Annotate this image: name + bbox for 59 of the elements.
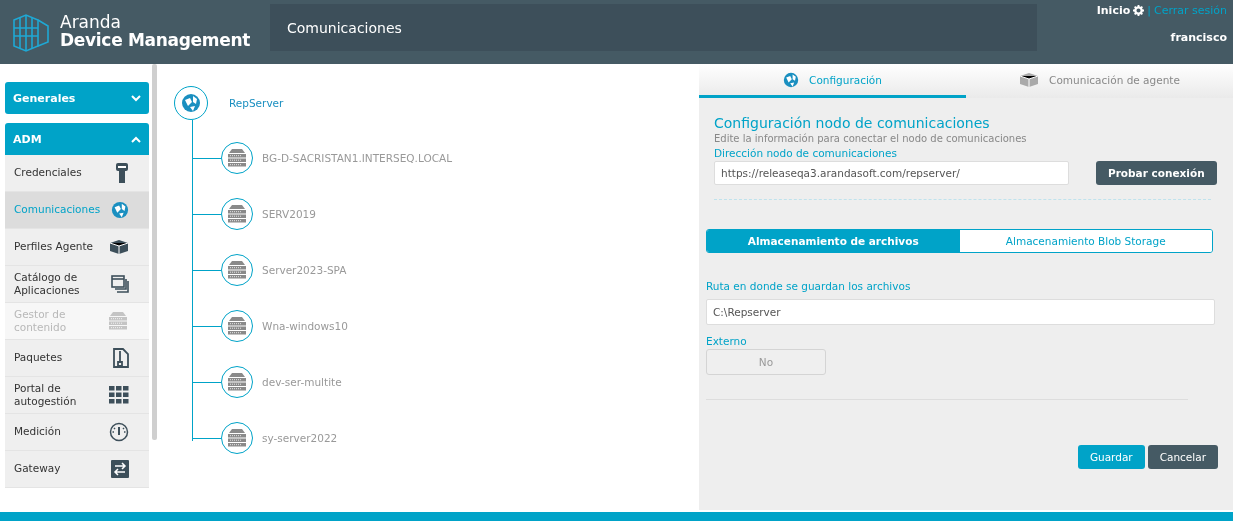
- box-icon: [109, 239, 129, 255]
- box-icon: [1019, 71, 1040, 88]
- server-icon: [226, 317, 248, 335]
- node-label: Server2023-SPA: [262, 264, 347, 276]
- settings-icon[interactable]: [1133, 5, 1145, 16]
- server-icon: [226, 261, 248, 279]
- node-label: sy-server2022: [262, 432, 338, 444]
- logo-icon: [10, 12, 52, 52]
- root-node[interactable]: [174, 86, 208, 120]
- page-title: Comunicaciones: [270, 4, 1037, 51]
- node-label: RepServer: [229, 97, 284, 109]
- field-label: Externo: [706, 335, 748, 347]
- chevron-up-icon: [131, 135, 141, 143]
- document-icon: [113, 348, 129, 368]
- node-label: Wna-windows10: [262, 320, 348, 332]
- arrows-icon: [111, 460, 129, 478]
- windows-stack-icon: [111, 275, 129, 293]
- server-node[interactable]: [221, 422, 253, 454]
- server-node[interactable]: [221, 142, 253, 174]
- field-label: Dirección nodo de comunicaciones: [714, 147, 898, 159]
- section-description: Edite la información para conectar el nodo de comunicaciones: [714, 133, 1028, 144]
- globe-icon: [111, 201, 129, 219]
- scrollbar[interactable]: [152, 64, 157, 440]
- server-node[interactable]: [221, 254, 253, 286]
- brand-name: Aranda: [60, 14, 123, 32]
- path-field[interactable]: C:\Repserver: [706, 299, 1215, 325]
- product-name: Device Management: [60, 32, 251, 50]
- sidebar-item[interactable]: Perfiles Agente: [5, 229, 149, 266]
- separator: |: [1147, 4, 1151, 17]
- test-connection-button[interactable]: Probar conexión: [1096, 161, 1217, 185]
- server-node[interactable]: [221, 310, 253, 342]
- server-icon: [226, 149, 248, 167]
- server-node[interactable]: [221, 198, 253, 230]
- sidebar-item[interactable]: Catálogo de Aplicaciones: [5, 266, 149, 303]
- node-label: SERV2019: [262, 208, 316, 220]
- chevron-down-icon: [131, 94, 141, 102]
- cancel-button[interactable]: Cancelar: [1147, 445, 1218, 469]
- server-icon: [226, 429, 248, 447]
- sidebar-item[interactable]: Credenciales: [5, 155, 149, 192]
- field-label: Ruta en donde se guardan los archivos: [706, 280, 912, 292]
- home-link[interactable]: Inicio: [1096, 4, 1131, 17]
- globe-icon: [181, 93, 201, 113]
- server-icon: [107, 312, 129, 330]
- section-title: Configuración nodo de comunicaciones: [714, 115, 991, 131]
- key-icon: [115, 163, 129, 183]
- node-label: BG-D-SACRISTAN1.INTERSEQ.LOCAL: [262, 152, 453, 164]
- server-node[interactable]: [221, 366, 253, 398]
- address-field[interactable]: https://releaseqa3.arandasoft.com/repserver/: [714, 161, 1069, 185]
- sidebar-item[interactable]: Medición: [5, 414, 149, 451]
- sidebar-item[interactable]: Gateway: [5, 451, 149, 488]
- node-label: dev-ser-multite: [262, 376, 342, 388]
- gauge-icon: [109, 422, 129, 442]
- server-icon: [226, 205, 248, 223]
- sidebar-item[interactable]: Paquetes: [5, 340, 149, 377]
- user-name: francisco: [1170, 31, 1227, 44]
- grid-icon: [109, 386, 129, 404]
- server-icon: [226, 373, 248, 391]
- sidebar-item[interactable]: Portal de autogestión: [5, 377, 149, 414]
- globe-icon: [783, 71, 800, 88]
